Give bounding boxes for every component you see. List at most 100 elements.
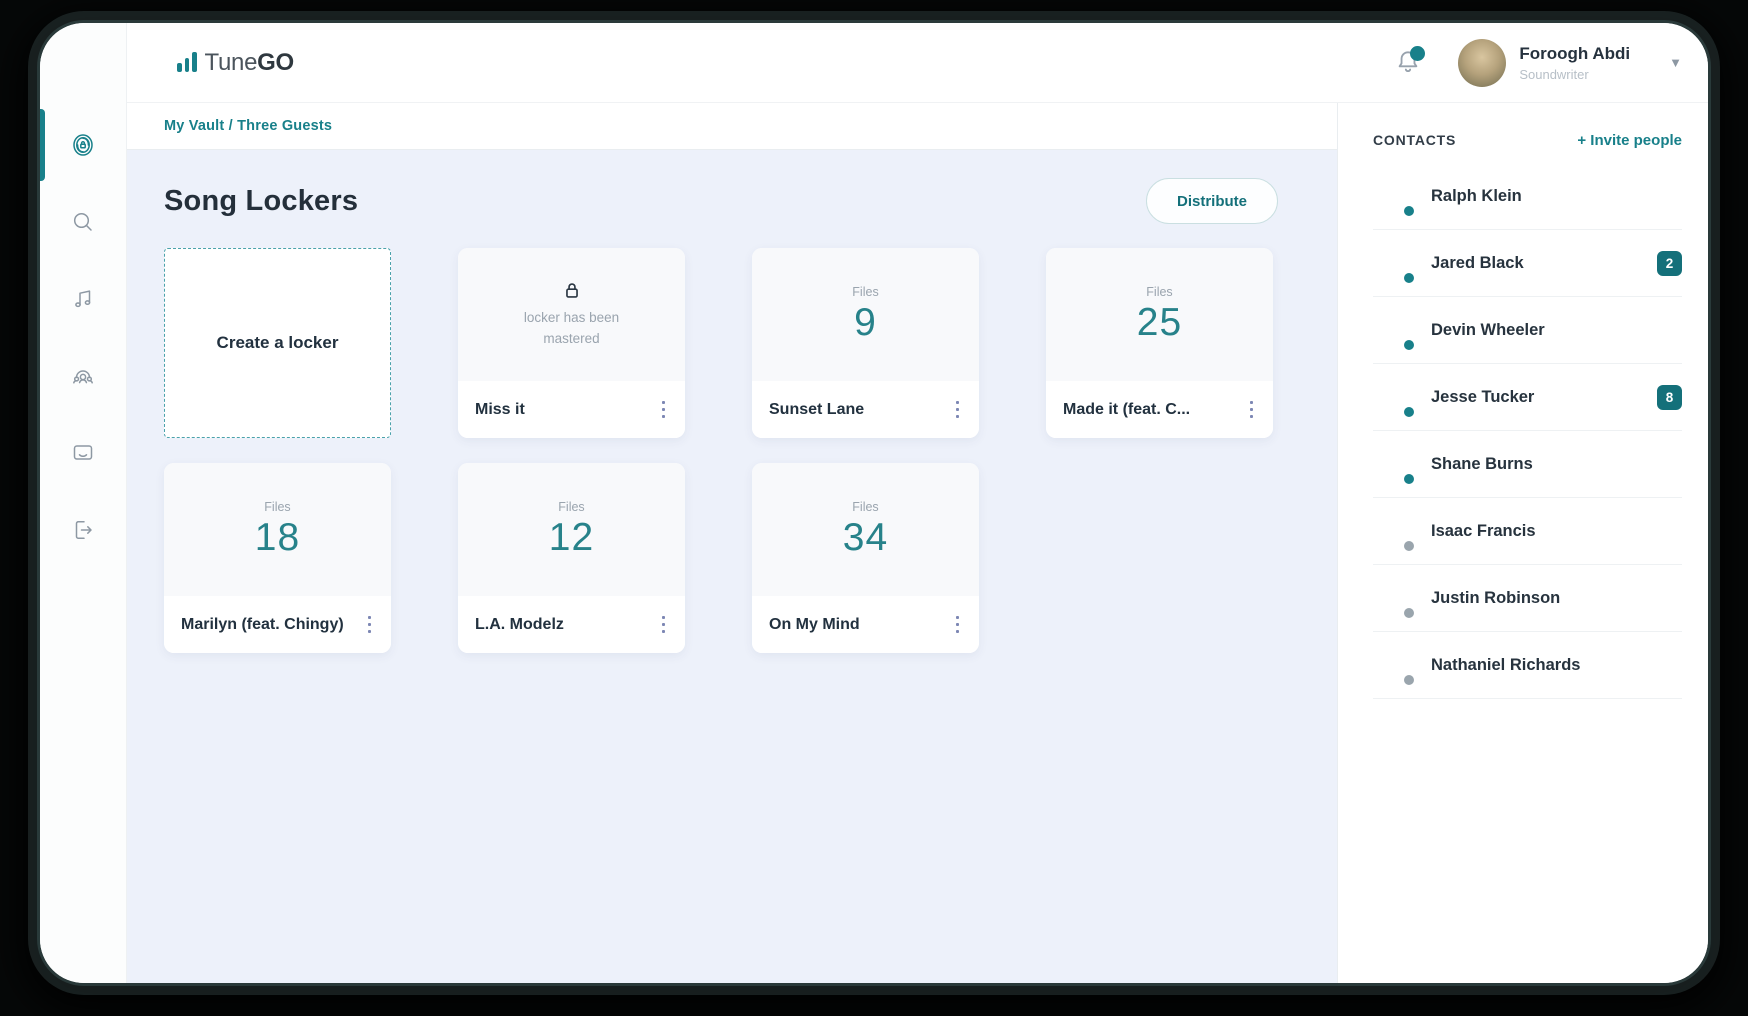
avatar-wrap: [1373, 511, 1413, 551]
nav-logout[interactable]: [70, 517, 96, 543]
status-dot: [1402, 673, 1416, 687]
kebab-menu-icon[interactable]: [656, 395, 672, 425]
locker-title: Miss it: [475, 401, 525, 419]
contact-row[interactable]: Shane Burns: [1373, 431, 1682, 498]
contact-row[interactable]: Nathaniel Richards: [1373, 632, 1682, 699]
locker-card-bar: On My Mind: [752, 596, 979, 653]
breadcrumb[interactable]: My Vault / Three Guests: [164, 118, 332, 134]
contact-name: Jesse Tucker: [1431, 388, 1534, 407]
locker-card[interactable]: locker has been mastered Miss it: [458, 248, 685, 438]
files-label: Files: [1146, 285, 1172, 299]
locker-card[interactable]: Files 34 On My Mind: [752, 463, 979, 653]
contact-row[interactable]: Justin Robinson: [1373, 565, 1682, 632]
contact-name: Nathaniel Richards: [1431, 656, 1580, 675]
locker-preview: Files 34: [752, 463, 979, 596]
logo-text: TuneGO: [205, 49, 294, 77]
lock-icon: [561, 280, 583, 302]
nav-vault[interactable]: [70, 132, 96, 158]
avatar-wrap: [1373, 310, 1413, 350]
nav-music[interactable]: [70, 286, 96, 312]
user-name: Foroogh Abdi: [1519, 44, 1630, 64]
files-count: 18: [255, 516, 300, 560]
locker-card-bar: Miss it: [458, 381, 685, 438]
locker-card[interactable]: Files 18 Marilyn (feat. Chingy): [164, 463, 391, 653]
invite-people-link[interactable]: + Invite people: [1577, 132, 1682, 149]
files-info: Files 18: [255, 500, 300, 560]
nav-messages[interactable]: [70, 440, 96, 466]
files-label: Files: [852, 285, 878, 299]
contact-list: Ralph Klein Jared Black 2 Devin Wheeler …: [1373, 163, 1682, 699]
kebab-menu-icon[interactable]: [950, 610, 966, 640]
contacts-panel: CONTACTS + Invite people Ralph Klein Jar…: [1337, 103, 1708, 983]
logo-bars-icon: [177, 52, 197, 77]
avatar-wrap: [1373, 645, 1413, 685]
contact-name: Devin Wheeler: [1431, 321, 1545, 340]
create-locker-label: Create a locker: [217, 333, 339, 353]
avatar-wrap: [1373, 176, 1413, 216]
user-avatar: [1458, 39, 1506, 87]
status-dot: [1402, 539, 1416, 553]
fingerprint-vault-icon: [70, 132, 96, 158]
locker-title: Marilyn (feat. Chingy): [181, 616, 344, 634]
locker-title: On My Mind: [769, 616, 860, 634]
files-count: 34: [843, 516, 888, 560]
status-dot: [1402, 405, 1416, 419]
status-dot: [1402, 271, 1416, 285]
kebab-menu-icon[interactable]: [1244, 395, 1260, 425]
main-content: Song Lockers Distribute Create a locker …: [127, 150, 1337, 983]
chat-bubble-icon: [70, 440, 96, 466]
contact-name: Justin Robinson: [1431, 589, 1560, 608]
contact-row[interactable]: Jared Black 2: [1373, 230, 1682, 297]
page-title: Song Lockers: [164, 185, 358, 218]
contact-name: Jared Black: [1431, 254, 1524, 273]
contacts-heading: CONTACTS: [1373, 132, 1456, 148]
files-label: Files: [852, 500, 878, 514]
contact-row[interactable]: Isaac Francis: [1373, 498, 1682, 565]
top-header: TuneGO Foroogh Abdi Soundwriter ▼: [127, 23, 1708, 103]
contacts-head: CONTACTS + Invite people: [1373, 125, 1682, 155]
music-note-icon: [70, 286, 96, 312]
nav-artists[interactable]: [70, 363, 96, 389]
search-icon: [70, 209, 96, 235]
contact-row[interactable]: Jesse Tucker 8: [1373, 364, 1682, 431]
avatar-wrap: [1373, 243, 1413, 283]
user-menu[interactable]: Foroogh Abdi Soundwriter ▼: [1458, 39, 1682, 87]
locker-preview: Files 18: [164, 463, 391, 596]
tunego-logo[interactable]: TuneGO: [177, 49, 294, 77]
locker-preview: Files 25: [1046, 248, 1273, 381]
locker-card[interactable]: Files 9 Sunset Lane: [752, 248, 979, 438]
notification-badge-dot: [1410, 46, 1425, 61]
locker-title: L.A. Modelz: [475, 616, 564, 634]
kebab-menu-icon[interactable]: [362, 610, 378, 640]
unread-badge: 2: [1657, 251, 1682, 276]
user-meta: Foroogh Abdi Soundwriter: [1519, 44, 1630, 82]
files-info: Files 12: [549, 500, 594, 560]
files-info: Files 25: [1137, 285, 1182, 345]
page-background: TuneGO Foroogh Abdi Soundwriter ▼: [0, 0, 1748, 1016]
locker-card-bar: L.A. Modelz: [458, 596, 685, 653]
files-label: Files: [264, 500, 290, 514]
distribute-button[interactable]: Distribute: [1146, 178, 1278, 224]
user-role: Soundwriter: [1519, 67, 1630, 82]
contact-row[interactable]: Ralph Klein: [1373, 163, 1682, 230]
app-window: TuneGO Foroogh Abdi Soundwriter ▼: [40, 23, 1708, 983]
kebab-menu-icon[interactable]: [656, 610, 672, 640]
contact-name: Shane Burns: [1431, 455, 1533, 474]
kebab-menu-icon[interactable]: [950, 395, 966, 425]
status-dot: [1402, 338, 1416, 352]
create-locker-card[interactable]: Create a locker: [164, 248, 391, 438]
locker-preview: locker has been mastered: [458, 248, 685, 381]
main-head: Song Lockers Distribute: [164, 176, 1278, 226]
files-info: Files 34: [843, 500, 888, 560]
locker-card[interactable]: Files 12 L.A. Modelz: [458, 463, 685, 653]
locker-title: Made it (feat. C...: [1063, 401, 1190, 419]
nav-search[interactable]: [70, 209, 96, 235]
files-count: 25: [1137, 301, 1182, 345]
contact-row[interactable]: Devin Wheeler: [1373, 297, 1682, 364]
chevron-down-icon: ▼: [1669, 55, 1682, 70]
unread-badge: 8: [1657, 385, 1682, 410]
locker-card[interactable]: Files 25 Made it (feat. C...: [1046, 248, 1273, 438]
header-right: Foroogh Abdi Soundwriter ▼: [1394, 39, 1682, 87]
locker-title: Sunset Lane: [769, 401, 864, 419]
notifications-button[interactable]: [1394, 48, 1424, 78]
